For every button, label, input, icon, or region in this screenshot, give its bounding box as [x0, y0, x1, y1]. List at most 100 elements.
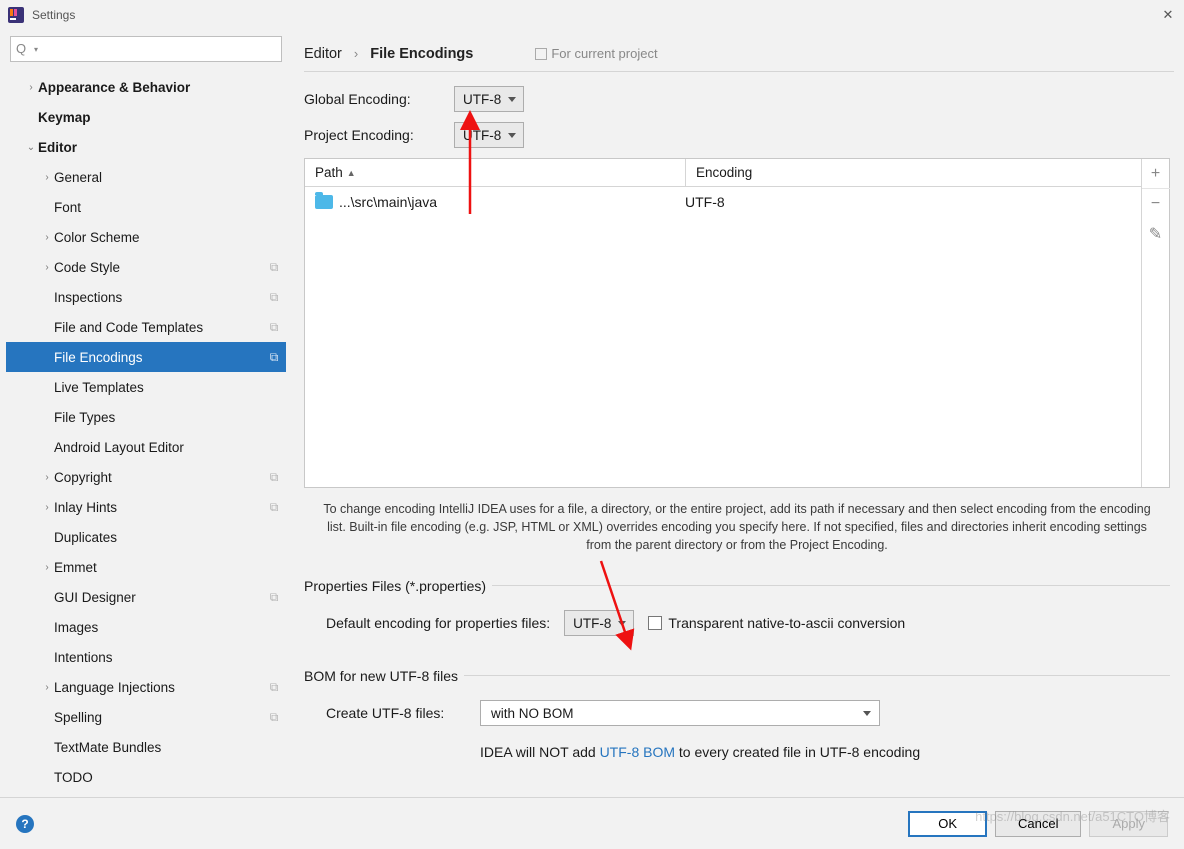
- expand-icon: ›: [40, 262, 54, 273]
- tree-item-live-templates[interactable]: Live Templates: [6, 372, 286, 402]
- path-encoding-table: Path ▲ Encoding ...\src\main\java UTF-8 …: [304, 158, 1170, 488]
- tree-item-copyright[interactable]: ›Copyright⧉: [6, 462, 286, 492]
- expand-icon: ›: [40, 472, 54, 483]
- props-encoding-value: UTF-8: [573, 616, 611, 631]
- sort-asc-icon: ▲: [347, 168, 356, 178]
- tree-item-android-layout-editor[interactable]: Android Layout Editor: [6, 432, 286, 462]
- global-encoding-combo[interactable]: UTF-8: [454, 86, 524, 112]
- props-encoding-combo[interactable]: UTF-8: [564, 610, 634, 636]
- tree-item-label: File and Code Templates: [54, 320, 262, 335]
- tree-item-file-and-code-templates[interactable]: File and Code Templates⧉: [6, 312, 286, 342]
- tree-item-label: Code Style: [54, 260, 262, 275]
- table-header: Path ▲ Encoding: [305, 159, 1141, 187]
- expand-icon: ›: [40, 172, 54, 183]
- bom-value: with NO BOM: [491, 706, 574, 721]
- window-title: Settings: [32, 8, 1160, 22]
- tree-item-label: General: [54, 170, 286, 185]
- tree-item-textmate-bundles[interactable]: TextMate Bundles: [6, 732, 286, 762]
- tree-item-color-scheme[interactable]: ›Color Scheme: [6, 222, 286, 252]
- table-row[interactable]: ...\src\main\java UTF-8: [305, 187, 1141, 217]
- tree-item-label: Editor: [38, 140, 286, 155]
- tree-item-inspections[interactable]: Inspections⧉: [6, 282, 286, 312]
- tree-item-intentions[interactable]: Intentions: [6, 642, 286, 672]
- project-encoding-combo[interactable]: UTF-8: [454, 122, 524, 148]
- tree-item-language-injections[interactable]: ›Language Injections⧉: [6, 672, 286, 702]
- bom-combo[interactable]: with NO BOM: [480, 700, 880, 726]
- cancel-button[interactable]: Cancel: [995, 811, 1081, 837]
- breadcrumb-b: File Encodings: [370, 46, 473, 62]
- row-encoding: UTF-8: [685, 194, 1131, 210]
- tree-item-label: Appearance & Behavior: [38, 80, 286, 95]
- tree-item-label: Inlay Hints: [54, 500, 262, 515]
- project-scope-icon: ⧉: [262, 710, 286, 725]
- tree-item-label: Keymap: [38, 110, 286, 125]
- tree-item-keymap[interactable]: Keymap: [6, 102, 286, 132]
- native-to-ascii-checkbox[interactable]: Transparent native-to-ascii conversion: [648, 615, 905, 631]
- project-encoding-value: UTF-8: [463, 128, 501, 143]
- settings-tree: ›Appearance & BehaviorKeymap⌄Editor›Gene…: [6, 68, 286, 797]
- tree-item-inlay-hints[interactable]: ›Inlay Hints⧉: [6, 492, 286, 522]
- bom-heading: BOM for new UTF-8 files: [304, 668, 458, 684]
- tree-item-code-style[interactable]: ›Code Style⧉: [6, 252, 286, 282]
- props-encoding-label: Default encoding for properties files:: [326, 615, 550, 631]
- tree-item-emmet[interactable]: ›Emmet: [6, 552, 286, 582]
- divider: [492, 585, 1170, 586]
- project-scope-icon: ⧉: [262, 590, 286, 605]
- tree-item-editor[interactable]: ⌄Editor: [6, 132, 286, 162]
- edit-button[interactable]: ✎: [1142, 219, 1170, 249]
- tree-item-label: TODO: [54, 770, 286, 785]
- col-path[interactable]: Path ▲: [305, 165, 685, 180]
- main-panel: Editor › File Encodings For current proj…: [286, 36, 1174, 797]
- col-encoding[interactable]: Encoding: [685, 159, 1141, 186]
- tree-item-file-types[interactable]: File Types: [6, 402, 286, 432]
- tree-item-label: Images: [54, 620, 286, 635]
- search-input[interactable]: [10, 36, 282, 62]
- close-icon[interactable]: ✕: [1160, 7, 1176, 23]
- project-encoding-label: Project Encoding:: [304, 127, 454, 143]
- tree-item-general[interactable]: ›General: [6, 162, 286, 192]
- project-scope-icon: ⧉: [262, 680, 286, 695]
- breadcrumb-sep: ›: [354, 46, 358, 61]
- sidebar: Q ▾ ›Appearance & BehaviorKeymap⌄Editor›…: [6, 36, 286, 797]
- tree-item-label: Duplicates: [54, 530, 286, 545]
- tree-item-label: TextMate Bundles: [54, 740, 286, 755]
- tree-item-duplicates[interactable]: Duplicates: [6, 522, 286, 552]
- ok-button[interactable]: OK: [908, 811, 987, 837]
- chevron-down-icon[interactable]: ▾: [34, 45, 38, 54]
- help-icon[interactable]: ?: [16, 815, 34, 833]
- expand-icon: ›: [40, 682, 54, 693]
- breadcrumb-a[interactable]: Editor: [304, 46, 342, 62]
- tree-item-label: Color Scheme: [54, 230, 286, 245]
- col-encoding-label: Encoding: [696, 165, 752, 180]
- tree-item-todo[interactable]: TODO: [6, 762, 286, 792]
- tree-item-label: Intentions: [54, 650, 286, 665]
- apply-button[interactable]: Apply: [1089, 811, 1168, 837]
- tree-item-gui-designer[interactable]: GUI Designer⧉: [6, 582, 286, 612]
- tree-item-file-encodings[interactable]: File Encodings⧉: [6, 342, 286, 372]
- expand-icon: ›: [40, 562, 54, 573]
- tree-item-label: Copyright: [54, 470, 262, 485]
- remove-button[interactable]: −: [1142, 189, 1170, 219]
- tree-item-label: GUI Designer: [54, 590, 262, 605]
- scope-text: For current project: [551, 46, 657, 61]
- global-encoding-value: UTF-8: [463, 92, 501, 107]
- properties-heading: Properties Files (*.properties): [304, 578, 486, 594]
- tree-item-images[interactable]: Images: [6, 612, 286, 642]
- tree-item-font[interactable]: Font: [6, 192, 286, 222]
- project-scope-icon: ⧉: [262, 290, 286, 305]
- tree-item-spelling[interactable]: Spelling⧉: [6, 702, 286, 732]
- bom-note: IDEA will NOT add UTF-8 BOM to every cre…: [304, 744, 1170, 760]
- tree-item-label: Spelling: [54, 710, 262, 725]
- add-button[interactable]: +: [1142, 159, 1170, 189]
- row-path: ...\src\main\java: [339, 194, 437, 210]
- tree-item-label: Android Layout Editor: [54, 440, 286, 455]
- breadcrumb: Editor › File Encodings For current proj…: [304, 36, 1174, 72]
- utf8-bom-link[interactable]: UTF-8 BOM: [600, 744, 675, 760]
- expand-icon: ›: [24, 82, 38, 93]
- tree-item-label: Language Injections: [54, 680, 262, 695]
- expand-icon: ›: [40, 232, 54, 243]
- bom-label: Create UTF-8 files:: [326, 705, 466, 721]
- tree-item-appearance-behavior[interactable]: ›Appearance & Behavior: [6, 72, 286, 102]
- app-icon: [8, 7, 24, 23]
- search-input-wrap: Q ▾: [10, 36, 282, 62]
